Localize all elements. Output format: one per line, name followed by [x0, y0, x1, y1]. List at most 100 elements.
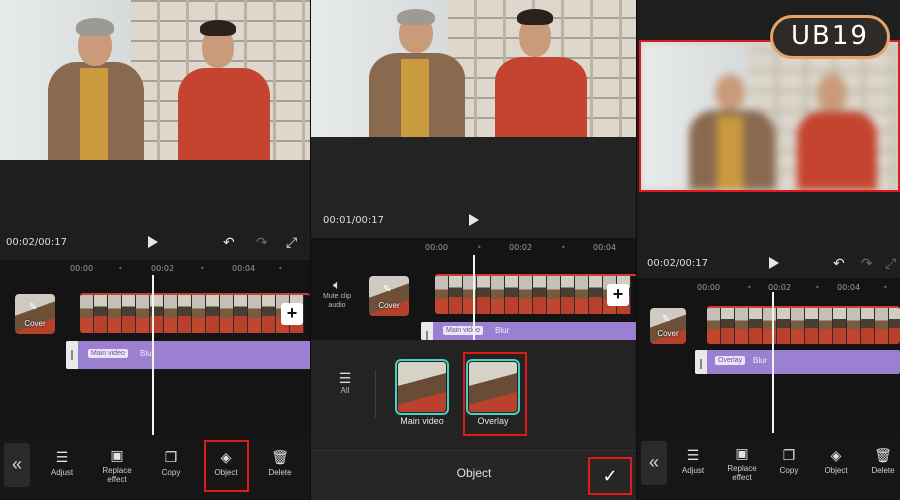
undo-icon[interactable]: ↶ — [223, 235, 235, 249]
overlay-highlight — [463, 352, 527, 436]
time-ruler: 00:00 • 00:02 • 00:04 — [425, 243, 617, 252]
video-preview — [0, 0, 311, 160]
speaker-icon: 🔈︎ — [333, 277, 341, 292]
play-icon[interactable] — [469, 214, 479, 226]
trash-icon: 🗑 — [271, 449, 289, 465]
ruler-tick: 00:00 — [425, 243, 449, 252]
editor-panel-2: 00:01/00:17 00:00 • 00:02 • 00:04 🔈︎ Mut… — [311, 0, 637, 500]
layers-icon: ◈ — [830, 447, 842, 463]
copy-button[interactable]: ❐ Copy — [773, 447, 805, 475]
object-footer: Object ✓ — [311, 450, 637, 500]
person-right — [172, 10, 272, 160]
ruler-tick: 00:00 — [70, 264, 94, 273]
transport-row: 00:02/00:17 ↶ ↷ ⤢ — [637, 251, 900, 275]
main-video-strip[interactable] — [707, 306, 900, 344]
person-left — [40, 10, 150, 160]
playhead[interactable] — [152, 275, 154, 435]
edit-icon: ✎ — [383, 284, 392, 295]
main-video-strip[interactable] — [80, 293, 310, 333]
track-handle[interactable] — [695, 350, 707, 374]
adjust-button[interactable]: ☰ Adjust — [677, 447, 709, 475]
ruler-tick: 00:00 — [697, 283, 721, 292]
ruler-tick: 00:04 — [593, 243, 617, 252]
main-video-option[interactable] — [395, 359, 449, 415]
timeline[interactable]: 00:00 • 00:02 • 00:04 • ✎ Cover + Main v… — [0, 260, 311, 435]
replace-icon: ▣ — [735, 445, 749, 461]
mute-clip-audio-button[interactable]: 🔈︎ Mute clip audio — [319, 277, 355, 310]
video-preview — [311, 0, 637, 137]
add-clip-button[interactable]: + — [281, 303, 303, 325]
replace-effect-button[interactable]: ▣ Replace effect — [96, 447, 138, 484]
main-video-label: Main video — [400, 416, 444, 426]
site-logo: UB19 — [770, 15, 890, 59]
playhead[interactable] — [473, 255, 475, 340]
timeline[interactable]: 00:00 • 00:02 • 00:04 • ✎ Cover Overlay … — [637, 278, 900, 433]
trash-icon: 🗑 — [874, 447, 892, 463]
redo-icon[interactable]: ↷ — [256, 235, 268, 249]
copy-button[interactable]: ❐ Copy — [155, 449, 187, 477]
effect-track[interactable]: Main video Blur — [66, 341, 311, 369]
redo-icon[interactable]: ↷ — [861, 256, 873, 270]
cover-label: Cover — [24, 319, 46, 328]
editor-panel-1: 00:02/00:17 ↶ ↷ ⤢ 00:00 • 00:02 • 00:04 … — [0, 0, 311, 500]
delete-button[interactable]: 🗑 Delete — [867, 447, 899, 475]
ruler-tick: 00:02 — [151, 264, 175, 273]
track-effect-name: Blur — [495, 326, 510, 335]
effect-track[interactable]: Overlay Blur — [695, 350, 900, 374]
effect-track[interactable]: Main video Blur — [421, 322, 637, 341]
collapse-button[interactable]: « — [4, 443, 30, 487]
layers-icon: ☰ — [338, 370, 352, 386]
bottom-toolbar: « ☰ Adjust ▣ Replace effect ❐ Copy ◈ Obj… — [637, 433, 900, 500]
all-objects-button[interactable]: ☰ All — [333, 370, 357, 395]
ruler-tick: 00:02 — [509, 243, 533, 252]
track-effect-name: Blur — [753, 356, 768, 365]
add-clip-button[interactable]: + — [607, 284, 629, 306]
object-picker: ☰ All Main video Overlay — [311, 340, 637, 450]
track-handle[interactable] — [66, 341, 78, 369]
person-left — [681, 60, 781, 190]
collapse-button[interactable]: « — [641, 441, 667, 485]
person-right — [489, 7, 589, 137]
fullscreen-icon[interactable]: ⤢ — [286, 235, 297, 249]
cover-label: Cover — [378, 301, 400, 310]
transport-row: 00:02/00:17 ↶ ↷ ⤢ — [0, 230, 311, 254]
playhead[interactable] — [772, 292, 774, 433]
cover-thumbnail[interactable]: ✎ Cover — [369, 276, 409, 316]
person-left — [361, 7, 471, 137]
play-icon[interactable] — [148, 236, 158, 248]
undo-icon[interactable]: ↶ — [833, 256, 845, 270]
ruler-tick: 00:04 — [232, 264, 256, 273]
delete-button[interactable]: 🗑 Delete — [264, 449, 296, 477]
ruler-tick: 00:04 — [837, 283, 861, 292]
scene — [0, 0, 311, 160]
track-tag: Main video — [443, 326, 483, 335]
cover-thumbnail[interactable]: ✎ Cover — [650, 308, 686, 344]
editor-panel-3: UB19 00:02/00:17 ↶ ↷ ⤢ 00:00 • 00:02 • 0… — [637, 0, 900, 500]
replace-icon: ▣ — [110, 447, 124, 463]
bottom-toolbar: « ☰ Adjust ▣ Replace effect ❐ Copy ◈ Obj… — [0, 435, 311, 500]
copy-icon: ❐ — [782, 447, 796, 463]
confirm-highlight — [588, 457, 632, 495]
scene — [311, 0, 637, 137]
video-preview — [639, 40, 900, 192]
timecode: 00:02/00:17 — [647, 257, 709, 269]
cover-thumbnail[interactable]: ✎ Cover — [15, 294, 55, 334]
object-button-highlight — [204, 440, 249, 492]
edit-icon: ✎ — [29, 302, 38, 313]
transport-row: 00:01/00:17 — [311, 208, 637, 232]
sliders-icon: ☰ — [686, 447, 700, 463]
track-tag: Overlay — [715, 356, 746, 365]
edit-icon: ✎ — [662, 314, 671, 325]
track-handle[interactable] — [421, 322, 433, 341]
ruler-tick: 00:02 — [768, 283, 792, 292]
copy-icon: ❐ — [164, 449, 178, 465]
timecode: 00:01/00:17 — [323, 214, 385, 226]
time-ruler: 00:00 • 00:02 • 00:04 • — [70, 264, 283, 273]
fullscreen-icon[interactable]: ⤢ — [885, 256, 896, 270]
object-button[interactable]: ◈ Object — [819, 447, 853, 475]
person-right — [791, 60, 881, 190]
play-icon[interactable] — [769, 257, 779, 269]
replace-effect-button[interactable]: ▣ Replace effect — [721, 445, 763, 482]
cover-label: Cover — [657, 329, 679, 338]
adjust-button[interactable]: ☰ Adjust — [46, 449, 78, 477]
